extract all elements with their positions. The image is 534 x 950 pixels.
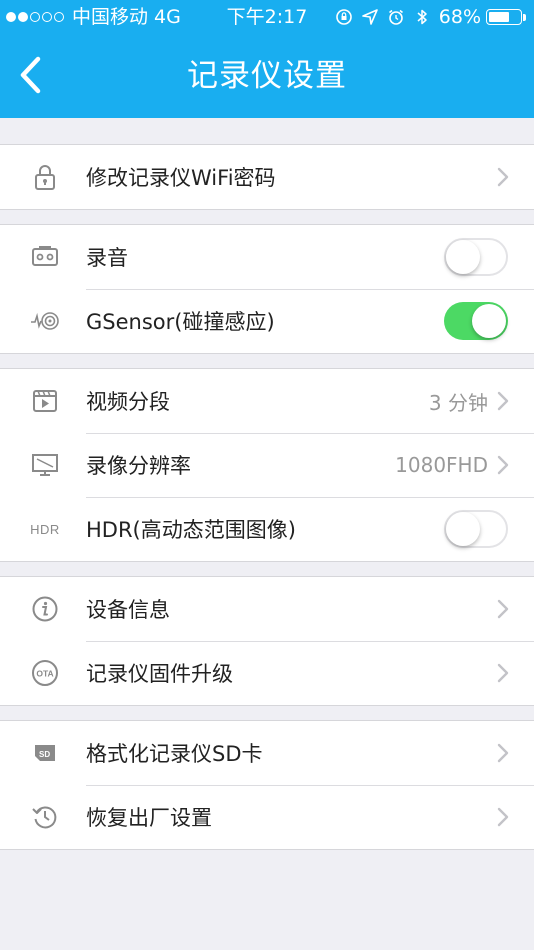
settings-group: 设备信息 OTA 记录仪固件升级	[0, 576, 534, 706]
nav-bar: 记录仪设置	[0, 34, 534, 118]
restore-icon	[30, 802, 60, 832]
bluetooth-icon	[417, 9, 427, 25]
settings-group: 视频分段 3 分钟录像分辨率 1080FHD HDR HDR(高动态范围图像)	[0, 368, 534, 562]
hdr-icon: HDR	[30, 514, 60, 544]
settings-row: 录音	[0, 225, 534, 289]
battery-percent: 68%	[438, 6, 481, 28]
row-label: 格式化记录仪SD卡	[86, 742, 263, 766]
chevron-right-icon	[497, 807, 509, 827]
chevron-right-icon	[497, 167, 509, 187]
row-label: 录像分辨率	[86, 454, 191, 478]
settings-row[interactable]: 恢复出厂设置	[0, 785, 534, 849]
chevron-right-icon	[497, 599, 509, 619]
settings-row[interactable]: SD 格式化记录仪SD卡	[0, 721, 534, 785]
battery-icon	[486, 9, 522, 25]
sd-card-icon: SD	[30, 738, 60, 768]
chevron-right-icon	[497, 391, 509, 411]
row-label: 修改记录仪WiFi密码	[86, 166, 276, 190]
settings-group: 录音 GSensor(碰撞感应)	[0, 224, 534, 354]
info-icon	[30, 594, 60, 624]
ota-icon: OTA	[30, 658, 60, 688]
chevron-right-icon	[497, 455, 509, 475]
orientation-lock-icon	[335, 9, 352, 25]
tape-icon	[30, 242, 60, 272]
status-right: 68%	[327, 0, 526, 34]
lock-icon	[30, 162, 60, 192]
row-label: 视频分段	[86, 390, 170, 414]
settings-row[interactable]: OTA 记录仪固件升级	[0, 641, 534, 705]
settings-group: SD 格式化记录仪SD卡 恢复出厂设置	[0, 720, 534, 850]
status-bar: 中国移动 4G 下午2:17 68%	[0, 0, 534, 34]
settings-row[interactable]: 修改记录仪WiFi密码	[0, 145, 534, 209]
row-label: HDR(高动态范围图像)	[86, 518, 296, 542]
toggle-switch[interactable]	[444, 302, 508, 340]
settings-row[interactable]: 设备信息	[0, 577, 534, 641]
svg-text:SD: SD	[39, 750, 50, 759]
row-value: 1080FHD	[395, 453, 488, 477]
toggle-knob	[446, 512, 480, 546]
row-label: GSensor(碰撞感应)	[86, 310, 275, 334]
settings-list: 修改记录仪WiFi密码 录音 GSensor(碰撞感应) 视频分段 3 分钟录像分辨率 1…	[0, 144, 534, 850]
chevron-right-icon	[497, 663, 509, 683]
toggle-switch[interactable]	[444, 510, 508, 548]
settings-row: HDR HDR(高动态范围图像)	[0, 497, 534, 561]
row-label: 录音	[86, 246, 128, 270]
settings-row[interactable]: 录像分辨率 1080FHD	[0, 433, 534, 497]
ota-icon-text: OTA	[36, 669, 53, 679]
location-icon	[361, 9, 378, 25]
row-label: 恢复出厂设置	[86, 806, 212, 830]
settings-row: GSensor(碰撞感应)	[0, 289, 534, 353]
row-label: 记录仪固件升级	[86, 662, 233, 686]
toggle-knob	[446, 240, 480, 274]
chevron-right-icon	[497, 743, 509, 763]
app-header: 中国移动 4G 下午2:17 68% 记录仪设置	[0, 0, 534, 118]
row-value: 3 分钟	[428, 390, 488, 415]
page-title: 记录仪设置	[187, 58, 347, 94]
settings-row[interactable]: 视频分段 3 分钟	[0, 369, 534, 433]
row-label: 设备信息	[86, 598, 170, 622]
hdr-icon-text: HDR	[30, 521, 60, 537]
video-clip-icon	[30, 386, 60, 416]
toggle-knob	[472, 304, 506, 338]
sensor-icon	[30, 306, 60, 336]
toggle-switch[interactable]	[444, 238, 508, 276]
alarm-icon	[388, 9, 403, 25]
settings-group: 修改记录仪WiFi密码	[0, 144, 534, 210]
monitor-icon	[30, 450, 60, 480]
